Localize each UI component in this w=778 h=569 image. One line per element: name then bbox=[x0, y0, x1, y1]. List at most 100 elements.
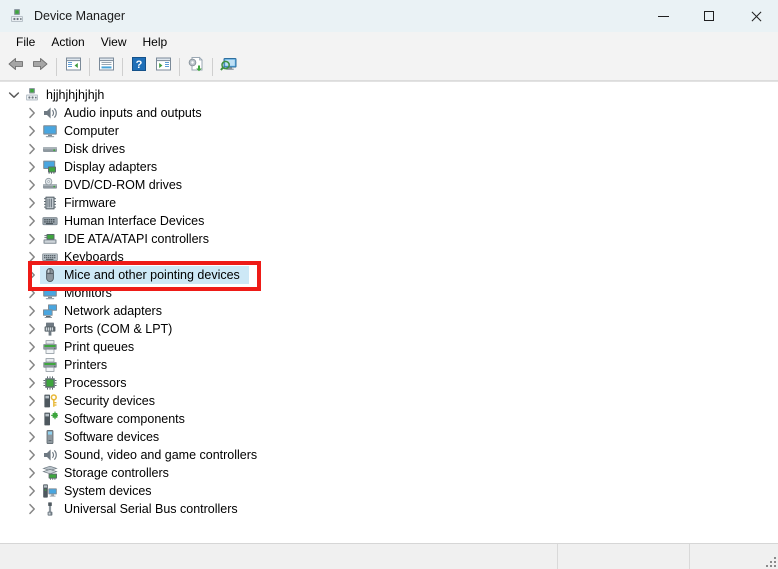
tree-item[interactable]: Audio inputs and outputs bbox=[0, 104, 778, 122]
tree-item-content[interactable]: Disk drives bbox=[40, 140, 134, 158]
tree-item[interactable]: Ports (COM & LPT) bbox=[0, 320, 778, 338]
tree-item-content[interactable]: hjjhjhjhjhjh bbox=[22, 86, 113, 104]
tree-item[interactable]: System devices bbox=[0, 482, 778, 500]
chevron-right-icon[interactable] bbox=[24, 195, 40, 211]
tree-item[interactable]: Firmware bbox=[0, 194, 778, 212]
chevron-down-icon[interactable] bbox=[6, 87, 22, 103]
chevron-right-icon[interactable] bbox=[24, 393, 40, 409]
tree-item[interactable]: Mice and other pointing devices bbox=[0, 266, 778, 284]
close-button[interactable] bbox=[732, 0, 778, 32]
tree-item-content[interactable]: Audio inputs and outputs bbox=[40, 104, 211, 122]
tree-item-content[interactable]: Security devices bbox=[40, 392, 164, 410]
chevron-right-icon[interactable] bbox=[24, 105, 40, 121]
ide-controller-icon bbox=[42, 231, 58, 247]
tree-item-content[interactable]: Printers bbox=[40, 356, 116, 374]
tree-item-content[interactable]: Monitors bbox=[40, 284, 121, 302]
tree-item-content[interactable]: Universal Serial Bus controllers bbox=[40, 500, 247, 518]
tree-item-label: Universal Serial Bus controllers bbox=[64, 501, 242, 517]
tree-item[interactable]: Monitors bbox=[0, 284, 778, 302]
chevron-right-icon[interactable] bbox=[24, 303, 40, 319]
tree-item-content[interactable]: Firmware bbox=[40, 194, 125, 212]
tree-item-content[interactable]: Ports (COM & LPT) bbox=[40, 320, 181, 338]
tree-item-content[interactable]: Sound, video and game controllers bbox=[40, 446, 266, 464]
tree-item[interactable]: Network adapters bbox=[0, 302, 778, 320]
tree-item[interactable]: Disk drives bbox=[0, 140, 778, 158]
menu-help[interactable]: Help bbox=[135, 34, 176, 51]
menu-view[interactable]: View bbox=[93, 34, 135, 51]
tree-item[interactable]: Software components bbox=[0, 410, 778, 428]
tree-item[interactable]: Security devices bbox=[0, 392, 778, 410]
tree-item[interactable]: Display adapters bbox=[0, 158, 778, 176]
chevron-right-icon[interactable] bbox=[24, 429, 40, 445]
tree-item-label: System devices bbox=[64, 483, 156, 499]
tree-item-content[interactable]: IDE ATA/ATAPI controllers bbox=[40, 230, 218, 248]
status-pane-1 bbox=[0, 544, 558, 569]
chevron-right-icon[interactable] bbox=[24, 465, 40, 481]
tree-item[interactable]: Sound, video and game controllers bbox=[0, 446, 778, 464]
tree-item-content[interactable]: Print queues bbox=[40, 338, 143, 356]
forward-button[interactable] bbox=[28, 55, 52, 78]
menu-action[interactable]: Action bbox=[43, 34, 92, 51]
scan-for-hardware-changes-button[interactable] bbox=[217, 55, 241, 78]
chevron-right-icon[interactable] bbox=[24, 285, 40, 301]
chevron-right-icon[interactable] bbox=[24, 267, 40, 283]
tree-item[interactable]: Processors bbox=[0, 374, 778, 392]
tree-item-label: Monitors bbox=[64, 285, 116, 301]
chevron-right-icon[interactable] bbox=[24, 447, 40, 463]
toolbar-separator-4 bbox=[179, 58, 180, 76]
resize-grip[interactable] bbox=[764, 555, 776, 567]
tree-item-content[interactable]: Display adapters bbox=[40, 158, 166, 176]
chevron-right-icon[interactable] bbox=[24, 501, 40, 517]
device-tree-panel[interactable]: hjjhjhjhjhjhAudio inputs and outputsComp… bbox=[0, 81, 778, 543]
back-button[interactable] bbox=[4, 55, 28, 78]
tree-root-node[interactable]: hjjhjhjhjhjh bbox=[0, 86, 778, 104]
chevron-right-icon[interactable] bbox=[24, 213, 40, 229]
show-hide-console-tree-button[interactable] bbox=[61, 55, 85, 78]
forward-arrow-icon bbox=[31, 56, 49, 77]
chevron-right-icon[interactable] bbox=[24, 177, 40, 193]
chevron-right-icon[interactable] bbox=[24, 483, 40, 499]
tree-item-content[interactable]: Processors bbox=[40, 374, 136, 392]
tree-item-content[interactable]: Software components bbox=[40, 410, 194, 428]
help-button[interactable]: ? bbox=[127, 55, 151, 78]
tree-item[interactable]: Human Interface Devices bbox=[0, 212, 778, 230]
tree-item-content[interactable]: Human Interface Devices bbox=[40, 212, 213, 230]
tree-item[interactable]: Universal Serial Bus controllers bbox=[0, 500, 778, 518]
tree-item[interactable]: Storage controllers bbox=[0, 464, 778, 482]
update-driver-button[interactable] bbox=[184, 55, 208, 78]
tree-item-content[interactable]: Storage controllers bbox=[40, 464, 178, 482]
tree-item-content[interactable]: Computer bbox=[40, 122, 128, 140]
chevron-right-icon[interactable] bbox=[24, 141, 40, 157]
tree-item[interactable]: DVD/CD-ROM drives bbox=[0, 176, 778, 194]
maximize-button[interactable] bbox=[686, 0, 732, 32]
tree-item[interactable]: Software devices bbox=[0, 428, 778, 446]
minimize-button[interactable] bbox=[640, 0, 686, 32]
chevron-right-icon[interactable] bbox=[24, 231, 40, 247]
tree-item-content[interactable]: Keyboards bbox=[40, 248, 133, 266]
chevron-right-icon[interactable] bbox=[24, 321, 40, 337]
speaker-icon bbox=[42, 105, 58, 121]
tree-item[interactable]: Printers bbox=[0, 356, 778, 374]
properties-button[interactable] bbox=[94, 55, 118, 78]
tree-item-label: Network adapters bbox=[64, 303, 166, 319]
chevron-right-icon[interactable] bbox=[24, 375, 40, 391]
tree-item[interactable]: Print queues bbox=[0, 338, 778, 356]
chevron-right-icon[interactable] bbox=[24, 357, 40, 373]
chevron-right-icon[interactable] bbox=[24, 411, 40, 427]
chevron-right-icon[interactable] bbox=[24, 249, 40, 265]
tree-item-content[interactable]: Mice and other pointing devices bbox=[40, 266, 249, 284]
maximize-icon bbox=[704, 11, 714, 21]
tree-item-content[interactable]: System devices bbox=[40, 482, 161, 500]
tree-item-content[interactable]: Software devices bbox=[40, 428, 168, 446]
chevron-right-icon[interactable] bbox=[24, 123, 40, 139]
chevron-right-icon[interactable] bbox=[24, 339, 40, 355]
tree-item-label: Disk drives bbox=[64, 141, 129, 157]
tree-item[interactable]: Computer bbox=[0, 122, 778, 140]
show-hide-action-pane-button[interactable] bbox=[151, 55, 175, 78]
tree-item[interactable]: IDE ATA/ATAPI controllers bbox=[0, 230, 778, 248]
tree-item-content[interactable]: Network adapters bbox=[40, 302, 171, 320]
tree-item[interactable]: Keyboards bbox=[0, 248, 778, 266]
tree-item-content[interactable]: DVD/CD-ROM drives bbox=[40, 176, 191, 194]
menu-file[interactable]: File bbox=[8, 34, 43, 51]
chevron-right-icon[interactable] bbox=[24, 159, 40, 175]
